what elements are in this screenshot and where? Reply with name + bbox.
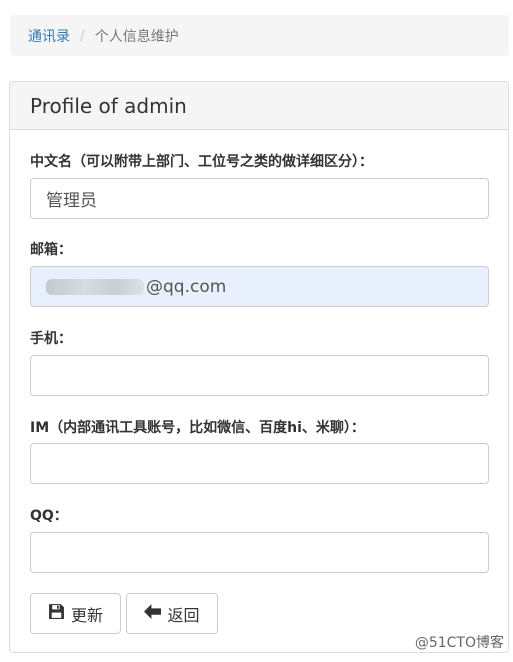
save-button[interactable]: 更新 — [30, 593, 121, 634]
breadcrumb-separator: / — [80, 27, 85, 44]
phone-label: 手机： — [30, 331, 72, 347]
back-button-label: 返回 — [167, 605, 200, 625]
breadcrumb-current: 个人信息维护 — [94, 28, 179, 45]
save-button-label: 更新 — [70, 605, 103, 625]
watermark: @51CTO博客 — [414, 635, 504, 651]
profile-panel: Profile of admin 中文名（可以附带上部门、工位号之类的做详细区分… — [9, 81, 509, 653]
im-input[interactable] — [30, 443, 489, 484]
back-button[interactable]: 返回 — [126, 593, 218, 634]
chinese-name-label: 中文名（可以附带上部门、工位号之类的做详细区分）： — [30, 154, 373, 170]
qq-input[interactable] — [30, 532, 489, 573]
breadcrumb: 通讯录 / 个人信息维护 — [10, 15, 509, 56]
phone-input[interactable] — [30, 355, 489, 396]
breadcrumb-home-link[interactable]: 通讯录 — [28, 26, 70, 46]
redacted-blur — [46, 278, 144, 295]
arrow-left-icon — [144, 604, 162, 623]
email-value: @qq.com — [146, 276, 227, 297]
chinese-name-value: 管理员 — [46, 191, 97, 211]
chinese-name-input[interactable]: 管理员 — [30, 178, 489, 219]
floppy-disk-icon — [48, 603, 65, 624]
im-label: IM（内部通讯工具账号，比如微信、百度hi、米聊）： — [30, 420, 365, 436]
email-label: 邮箱： — [30, 242, 72, 258]
panel-title: Profile of admin — [10, 82, 508, 130]
qq-label: QQ： — [30, 508, 68, 524]
email-input[interactable]: @qq.com — [30, 266, 489, 307]
